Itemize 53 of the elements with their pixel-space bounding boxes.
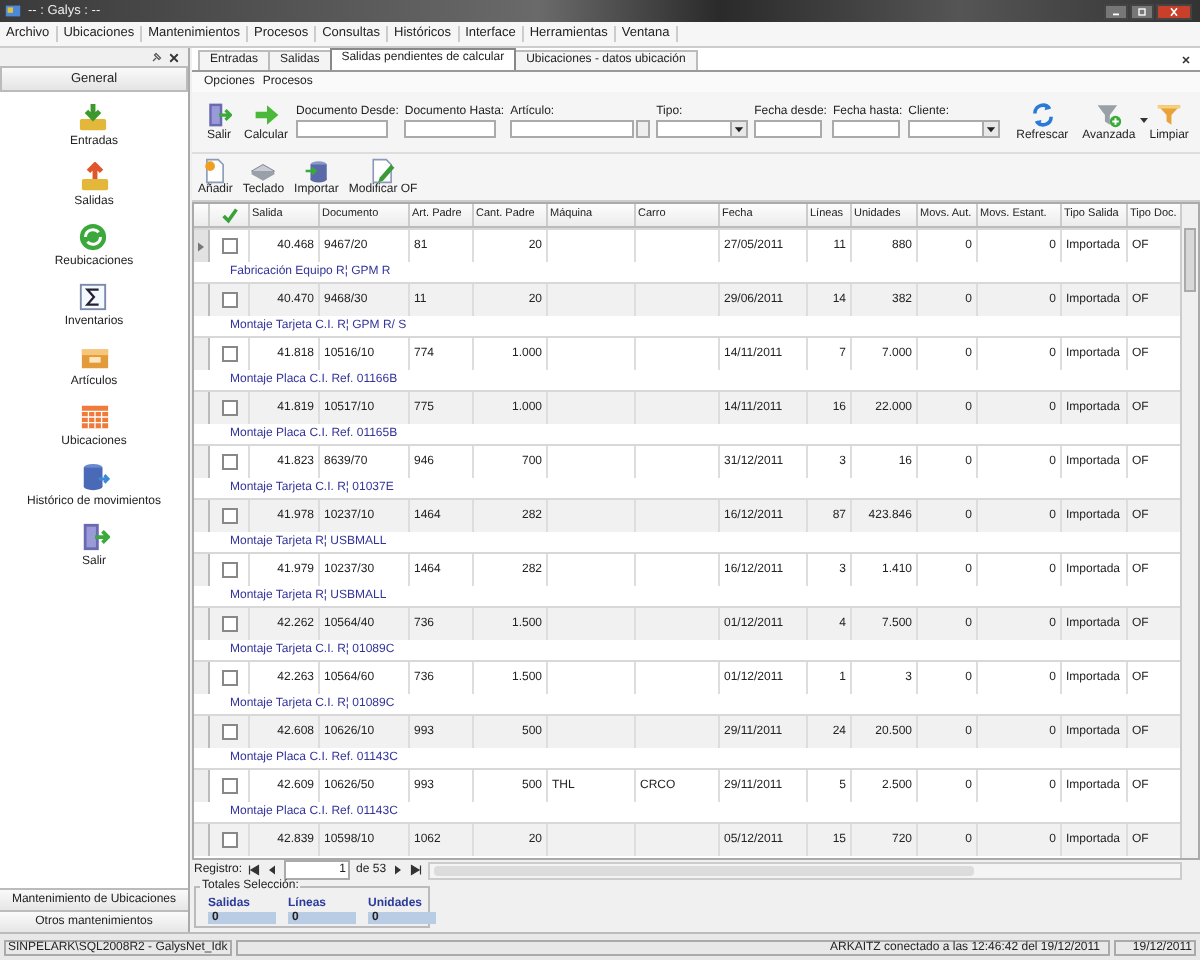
dropdown-field[interactable] [656,120,749,138]
caret-icon [1139,116,1148,124]
previous-icon[interactable] [266,864,279,876]
row-selector[interactable] [194,230,210,262]
checkbox[interactable] [221,292,237,308]
database-icon[interactable] [79,462,109,492]
checkbox[interactable] [221,400,237,416]
current-row-icon [198,241,204,251]
checkbox[interactable] [221,670,237,686]
checkbox[interactable] [221,346,237,362]
close-icon[interactable] [1180,53,1192,65]
close-icon[interactable] [168,51,180,63]
checkbox[interactable] [221,454,237,470]
dropdown-arrow-icon [734,124,745,134]
input-field[interactable] [510,120,635,138]
tray-arrow-down-icon[interactable] [78,102,109,132]
maximize-icon [1132,5,1152,17]
refresh-icon [1029,102,1056,128]
filter-plus-icon [1095,102,1122,128]
checkbox[interactable] [221,724,237,740]
database-import-icon [303,158,330,184]
maximize-button[interactable] [1130,3,1154,19]
pin-icon[interactable] [150,51,162,63]
horizontal-scrollbar[interactable] [428,861,1182,879]
filter-icon [1156,102,1183,128]
tray-arrow-up-icon[interactable] [79,162,109,192]
dropdown-arrow-icon [986,124,997,134]
input-field[interactable] [754,120,823,138]
sigma-icon[interactable] [78,282,109,312]
checkbox[interactable] [221,778,237,794]
checkbox[interactable] [221,616,237,632]
vertical-scrollbar[interactable] [1180,204,1198,858]
app-icon [4,2,22,20]
recycle-icon[interactable] [78,222,109,252]
checkbox[interactable] [221,508,237,524]
first-page-icon[interactable] [248,864,261,876]
last-page-icon[interactable] [410,864,423,876]
input-field[interactable] [832,120,901,138]
checkbox[interactable] [221,562,237,578]
input-field[interactable] [296,120,389,138]
grid-icon[interactable] [79,402,109,432]
input-field[interactable] [404,120,497,138]
dropdown-field[interactable] [908,120,1001,138]
checkbox[interactable] [221,832,237,848]
arrow-right-icon [253,102,279,128]
next-icon[interactable] [392,864,405,876]
minimize-button[interactable] [1104,3,1128,19]
door-arrow-icon [206,102,232,128]
checkbox[interactable] [221,238,237,254]
door-arrow-icon[interactable] [79,522,109,552]
checkmark-icon[interactable] [221,207,237,223]
close-button[interactable] [1156,3,1192,19]
lookup-button[interactable] [636,120,651,138]
